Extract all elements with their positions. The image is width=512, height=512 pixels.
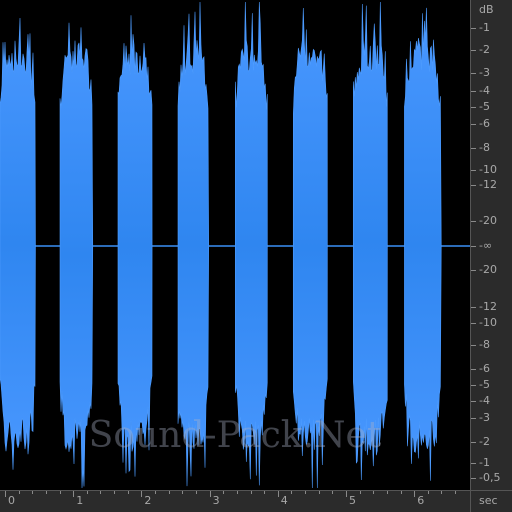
time-minor-tick bbox=[182, 491, 184, 494]
time-minor-tick bbox=[359, 491, 361, 494]
time-label: 1 bbox=[76, 494, 84, 507]
db-tick bbox=[471, 107, 476, 108]
time-minor-tick bbox=[250, 491, 252, 494]
time-minor-tick bbox=[86, 491, 88, 494]
db-label: -8 bbox=[479, 338, 490, 351]
db-label: -3 bbox=[479, 66, 490, 79]
db-label: -6 bbox=[479, 117, 490, 130]
waveform-burst-8 bbox=[404, 7, 442, 481]
db-tick bbox=[471, 418, 476, 419]
time-minor-tick bbox=[373, 491, 375, 494]
time-minor-tick bbox=[168, 491, 170, 494]
time-minor-tick bbox=[455, 491, 457, 494]
db-ruler: dB -1 -2 -3 -4 -5 -6 -8 -10 -12 -20 -∞ -20 -12 -10 -8 -… bbox=[470, 0, 512, 490]
time-tick bbox=[5, 491, 6, 497]
db-tick bbox=[471, 270, 476, 271]
time-minor-tick bbox=[236, 491, 238, 494]
time-tick bbox=[73, 491, 75, 497]
time-ruler: 0 1 2 3 4 5 6 bbox=[0, 490, 470, 512]
time-ruler-corner: sec bbox=[470, 490, 512, 512]
time-label: 4 bbox=[280, 494, 288, 507]
db-label: -12 bbox=[479, 300, 497, 313]
time-minor-tick bbox=[223, 491, 225, 494]
db-tick bbox=[471, 246, 476, 247]
audio-editor: Sound-Pack.Net dB -1 -2 -3 -4 -5 -6 -8 -10 -12 -2… bbox=[0, 0, 512, 512]
time-tick bbox=[209, 491, 211, 497]
time-minor-tick bbox=[264, 491, 266, 494]
waveform-burst-1 bbox=[0, 17, 36, 470]
time-minor-tick bbox=[400, 491, 402, 494]
db-tick bbox=[471, 307, 476, 308]
time-minor-tick bbox=[305, 491, 307, 494]
db-tick bbox=[471, 385, 476, 386]
time-tick bbox=[277, 491, 279, 497]
time-label: 0 bbox=[8, 494, 15, 507]
db-tick bbox=[471, 185, 476, 186]
db-label: -2 bbox=[479, 435, 490, 448]
time-minor-tick bbox=[291, 491, 293, 494]
db-label: -20 bbox=[479, 263, 497, 276]
db-label: -10 bbox=[479, 163, 497, 176]
time-minor-tick bbox=[155, 491, 157, 494]
db-label: -4 bbox=[479, 84, 490, 97]
waveform-view[interactable]: Sound-Pack.Net bbox=[0, 0, 470, 490]
time-unit-label: sec bbox=[479, 494, 498, 507]
db-label: -20 bbox=[479, 214, 497, 227]
time-minor-tick bbox=[32, 491, 34, 494]
watermark-text: Sound-Pack.Net bbox=[88, 415, 382, 456]
db-tick bbox=[471, 124, 476, 125]
db-tick bbox=[471, 323, 476, 324]
db-tick bbox=[471, 28, 476, 29]
time-minor-tick bbox=[195, 491, 197, 494]
time-minor-tick bbox=[114, 491, 116, 494]
time-label: 3 bbox=[212, 494, 220, 507]
db-unit-label: dB bbox=[479, 3, 494, 16]
db-tick bbox=[471, 91, 476, 92]
db-label: -1 bbox=[479, 21, 490, 34]
waveform-burst-7 bbox=[352, 1, 388, 481]
time-minor-tick bbox=[127, 491, 129, 494]
db-label: -8 bbox=[479, 141, 490, 154]
db-label: -3 bbox=[479, 411, 490, 424]
db-label: -10 bbox=[479, 316, 497, 329]
time-label: 6 bbox=[417, 494, 425, 507]
time-minor-tick bbox=[332, 491, 334, 494]
db-tick bbox=[471, 401, 476, 402]
time-minor-tick bbox=[59, 491, 61, 494]
db-tick bbox=[471, 369, 476, 370]
waveform-burst-4 bbox=[177, 1, 209, 487]
db-label: -∞ bbox=[479, 239, 493, 252]
db-tick bbox=[471, 478, 476, 479]
time-label: 5 bbox=[349, 494, 356, 507]
db-tick bbox=[471, 73, 476, 74]
db-label: -12 bbox=[479, 178, 497, 191]
waveform-burst-3 bbox=[117, 15, 153, 477]
time-label: 2 bbox=[144, 494, 152, 507]
time-minor-tick bbox=[427, 491, 429, 494]
time-minor-tick bbox=[100, 491, 102, 494]
db-tick bbox=[471, 463, 476, 464]
waveform-burst-5 bbox=[234, 1, 268, 486]
db-label: -5 bbox=[479, 378, 490, 391]
time-minor-tick bbox=[45, 491, 47, 494]
db-tick bbox=[471, 221, 476, 222]
db-label: -0,5 bbox=[479, 471, 501, 484]
db-label: -4 bbox=[479, 394, 490, 407]
db-label: -5 bbox=[479, 100, 490, 113]
db-label: -6 bbox=[479, 362, 490, 375]
time-tick bbox=[141, 491, 143, 497]
db-tick bbox=[471, 345, 476, 346]
time-minor-tick bbox=[18, 491, 20, 494]
db-tick bbox=[471, 170, 476, 171]
db-tick bbox=[471, 442, 476, 443]
time-minor-tick bbox=[386, 491, 388, 494]
db-label: -2 bbox=[479, 43, 490, 56]
time-minor-tick bbox=[318, 491, 320, 494]
time-tick bbox=[414, 491, 416, 497]
time-tick bbox=[346, 491, 347, 497]
time-minor-tick bbox=[441, 491, 443, 494]
db-label: -1 bbox=[479, 456, 490, 469]
db-tick bbox=[471, 148, 476, 149]
db-tick bbox=[471, 50, 476, 51]
